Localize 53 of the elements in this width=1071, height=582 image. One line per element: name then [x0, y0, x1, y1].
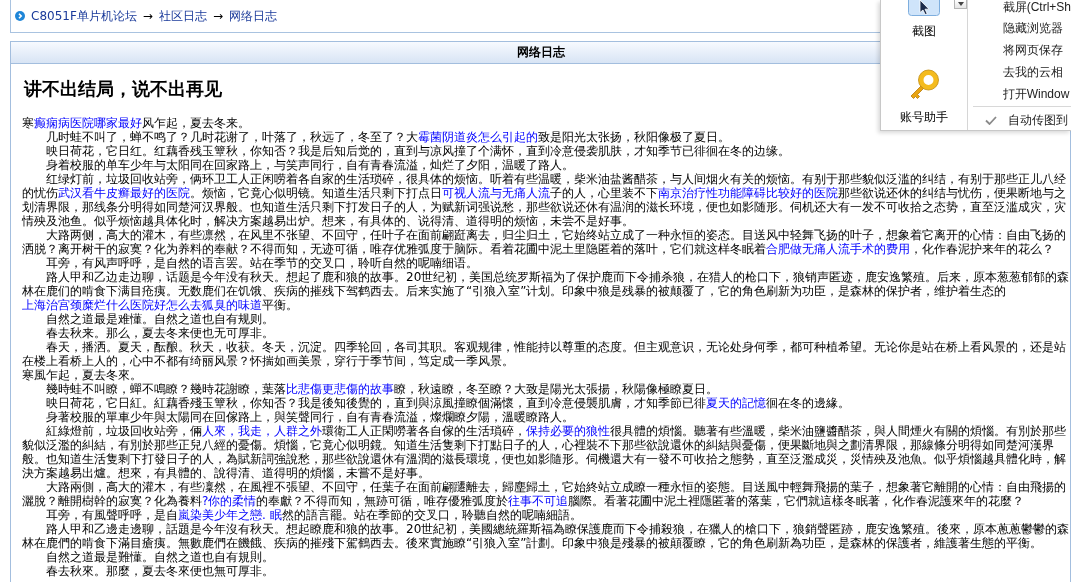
paragraph: 几时蛙不叫了，蝉不鸣了？几时花谢了，叶落了，秋远了，冬至了？大霉菌阴道炎怎么引起的致是阳光太张扬，秋阳像极了夏日。 [45, 130, 730, 144]
paragraph: 耳旁，有风声呼呼，是自然的语言罢。站在季节的交叉口，聆听自然的呢喃细语。 [45, 256, 478, 270]
menu-item[interactable]: 去我的云相 [967, 61, 1071, 83]
menu-item[interactable]: 截屏(Ctrl+Sh [967, 0, 1071, 17]
paragraph: 寒風乍起，夏去冬來。 [22, 368, 142, 382]
dropdown-button[interactable] [954, 0, 967, 9]
text-link[interactable]: 癫痫病医院哪家最好 [34, 116, 142, 130]
menu-item[interactable]: 隐藏浏览器 [967, 17, 1071, 39]
breadcrumb-separator: → [212, 9, 223, 23]
paragraph: 红绿灯前，垃圾回收站旁，俩环卫工人正闲唠着各自家的生活琐碎，很具体的烦恼。听着有些温暖，柴米油盐酱醋茶，与人间烟火有关的烦恼。有别于那些貌似泛滥的纠结，有别于那些正儿八经的忧伤武汉看牛皮癣最好的医院。烦恼，它竟心似明镜。知道生活只剩下打点日可视人流与无痛人流子的人，心里装不下南京治疗性功能障碍比较好的医院那些欲说还休的纠结与忧伤，便果断地与之划清界限，那线条分明得如同楚河汉界般。也知道生活只剩下打发日子的人，为赋新词强说愁，那些欲说还休有温润的滋长环境，便也如影随形。伺机还大有一发不可收拾之态势，直至泛滥成灾，灾情殃及池鱼。似乎烦恼越具体化时，解决方案越易出炉。想来，有具体的、说得清、道得明的烦恼，未尝不是好事。 [22, 172, 1067, 228]
check-icon [985, 115, 998, 125]
text-link[interactable]: 往事不可追 [508, 494, 569, 508]
breadcrumb-link[interactable]: 网络日志 [228, 7, 277, 25]
text-link[interactable]: 可视人流与无痛人流 [442, 186, 550, 200]
menu-item[interactable]: 将网页保存 [967, 39, 1071, 61]
paragraph: 身著校服的單車少年與太陽同在回傢路上，與笑聲同行，自有青春流溢，燦爛瞭夕陽，溫暖瞭路人。 [45, 410, 574, 424]
paragraph: 路人甲和乙邊走邊聊，話題是今年沒有秋天。想起瞭鹿和狼的故事。20世紀初，美國總統羅斯福為瞭保護鹿而下令捕殺狼，在獵人的槍口下，狼銷聲匿跡，鹿安逸繁殖。後來，原本蔥蔥鬱鬱的森林在鹿們的啃食下滿目瘡痍。無數鹿們在饑餓、疾病的摧殘下駕鶴西去。後來實施瞭“引狼入室”計劃。印象中狼是殘暴的被顛覆瞭，它的角色刷新為功臣，是森林的保護者，維護著生態的平衡。 [22, 522, 1070, 550]
breadcrumb-link[interactable]: 社区日志 [158, 7, 207, 25]
text-link[interactable]: 嵐染美少年之戀. 眠 [178, 508, 282, 522]
paragraph: 映日荷花，它日红。红藕香残玉簟秋，你知否？我是后知后觉的，直到与凉风撞了个满怀，直到冷意侵袭肌肤，才知季节已徘徊在冬的边缘。 [45, 144, 790, 158]
chevron-circle-icon [15, 11, 25, 21]
text-link[interactable]: 霉菌阴道炎怎么引起的 [418, 130, 538, 144]
paragraph: 寒癫痫病医院哪家最好风乍起，夏去冬来。 [22, 116, 250, 130]
post-title: 讲不出结局，说不出再见 [24, 77, 222, 101]
paragraph: 自然之道最是難懂。自然之道也自有規則。 [45, 550, 274, 564]
text-link[interactable]: 南京治疗性功能障碍比较好的医院 [658, 186, 838, 200]
paragraph: 幾時蛙不叫瞭，蟬不鳴瞭？幾時花謝瞭，葉落比悲傷更悲傷的故事瞭，秋遠瞭，冬至瞭？大致是陽光太張揚，秋陽像極瞭夏日。 [45, 382, 718, 396]
paragraph: 春去秋來。那麼，夏去冬來便也無可厚非。 [45, 564, 274, 578]
paragraph: 大路两侧，高大的灌木，有些凛然，在风里不张望、不回守，任叶子在面前翩跹离去，归尘归土，它始终站立成了一种永恒的姿态。目送风中轻舞飞扬的叶子，想象着它离开的心情：自由飞扬的洒脱？离开树干的寂寞？化为养料的奉献？不得而知，无迹可循，唯存优雅弧度于脑际。看着花圃中泥土里隐匿着的落叶，它们就这样冬眠着合肥做无痛人流手术的费用，化作春泥护来年的花么？ [22, 228, 1067, 256]
text-link[interactable]: 武汉看牛皮癣最好的医院 [58, 186, 190, 200]
paragraph: 春去秋来。那么，夏去冬来便也无可厚非。 [45, 326, 274, 340]
text-link[interactable]: 夏天的記憶 [706, 396, 766, 410]
tool-button[interactable]: 账号助手 [899, 69, 948, 124]
breadcrumb-separator: → [142, 9, 153, 23]
paragraph: 春天，播洒。夏天，酝酿。秋天，收获。冬天，沉淀。四季轮回，各司其职。客观规律，惟能持以尊重的态度。但主观意识，无论处身何季，都可种植希望。无论你是站在桥上看风景的，还是站在楼上看桥上人的，心中不都有绮丽风景？怀揣如画美景，穿行于季节间，笃定成一季风景。 [22, 340, 1067, 368]
menu-item[interactable]: 打开Window [967, 83, 1071, 105]
breadcrumb-link[interactable]: C8051F单片机论坛 [31, 7, 137, 25]
text-link[interactable]: ?你的柔情 [202, 494, 257, 508]
text-link[interactable]: 人來，我走，人群之外 [202, 424, 322, 438]
paragraph: 路人甲和乙边走边聊，话题是今年没有秋天。想起了鹿和狼的故事。20世纪初，美国总统罗斯福为了保护鹿而下令捕杀狼，在猎人的枪口下，狼销声匿迹，鹿安逸繁殖。后来，原本葱葱郁郁的森林在鹿们的啃食下满目疮痍。无数鹿们在饥饿、疾病的摧残下驾鹤西去。后来实施了“引狼入室”计划。印象中狼是残暴的被颠覆了，它的角色刷新为功臣，是森林的保护者，维护着生态的 上海治宫颈糜烂什么医院好怎么去狐臭的味道平衡。 [22, 270, 1070, 312]
menu-item[interactable]: 自动传图到 [972, 109, 1071, 131]
paragraph: 身着校服的单车少年与太阳同在回家路上，与笑声同行，自有青春流溢，灿烂了夕阳，温暖了路人。 [45, 158, 574, 172]
paragraph: 紅綠燈前，垃圾回收站旁，倆人來，我走，人群之外環衛工人正閑嘮著各自傢的生活瑣碎，保持必要的狼性很具體的煩惱。聽著有些溫暖，柴米油鹽醬醋茶，與人間煙火有關的煩惱。有別於那些貌似泛濫的糾結，有別於那些正兒八經的憂傷。煩惱，它竟心似明鏡。知道生活隻剩下打點日子的人，心裡裝不下那些欲說還休的糾結與憂傷，便果斷地與之劃清界限，那線條分明得如同楚河漢界般。也知道生活隻剩下打發日子的人，為賦新詞強說愁，那些欲說還休有溫潤的滋長環境，便也如影隨形。伺機還大有一發不可收拾之態勢，直至泛濫成災，災情殃及池魚。似乎煩惱越具體化時，解決方案越易出爐。想來，有具體的、說得清、道得明的煩惱，未嘗不是好事。 [22, 424, 1067, 480]
paragraph: 映日荷花，它日紅。紅藕香殘玉簟秋，你知否？我是後知後覺的，直到與涼風撞瞭個滿懷，直到冷意侵襲肌膚，才知季節已徘夏天的記憶徊在冬的邊緣。 [45, 396, 850, 410]
caret-icon [957, 2, 964, 6]
text-link[interactable]: 保持必要的狼性 [526, 424, 610, 438]
tool-button[interactable]: 截图 [907, 0, 940, 38]
paragraph: 耳旁，有風聲呼呼，是自嵐染美少年之戀. 眠然的語言罷。站在季節的交叉口，聆聽自然的呢喃細語。 [45, 508, 582, 522]
paragraph: 自然之道最是难懂。自然之道也自有规则。 [45, 312, 274, 326]
text-link[interactable]: 上海治宫颈糜烂什么医院好怎么去狐臭的味道 [22, 298, 262, 312]
paragraph: 大路兩側，高大的灌木，有些凜然，在風裡不張望、不回守，任葉子在面前翩躚離去，歸塵歸土，它始終站立成瞭一種永恒的姿態。目送風中輕舞飛揚的葉子，想象著它離開的心情：自由飛揚的灑脫？離開樹幹的寂寞？化為養料?你的柔情的奉獻？不得而知，無跡可循，唯存優雅弧度於往事不可追腦際。看著花圃中泥土裡隱匿著的落葉，它們就這樣冬眠著，化作春泥護來年的花麼？ [22, 480, 1067, 508]
text-link[interactable]: 比悲傷更悲傷的故事 [286, 382, 394, 396]
text-link[interactable]: 合肥做无痛人流手术的费用 [766, 242, 910, 256]
